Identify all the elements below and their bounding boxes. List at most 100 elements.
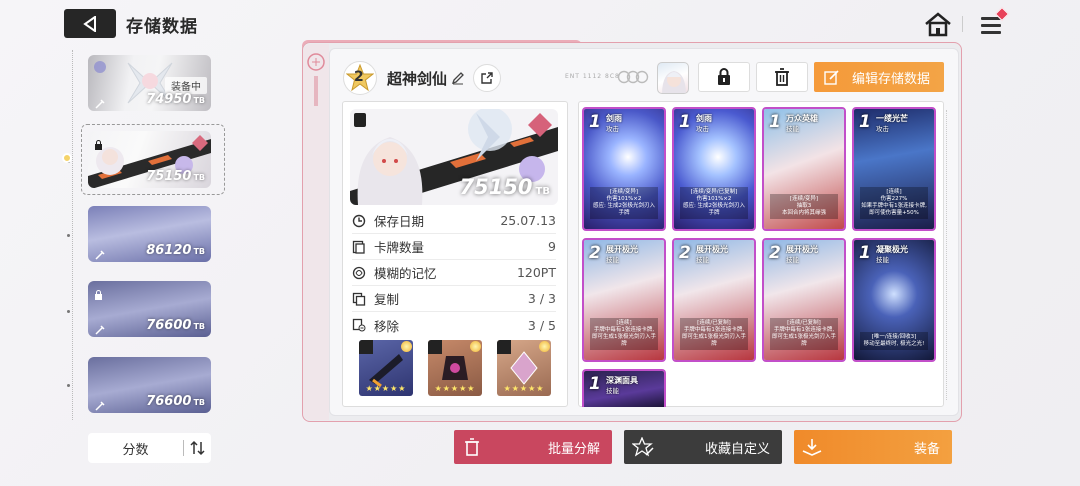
save-slot-selected[interactable]: 75150 TB [88, 131, 211, 188]
info-label: 保存日期 [374, 214, 425, 229]
timeline-dot [67, 384, 70, 387]
batch-disassemble-label: 批量分解 [547, 441, 600, 457]
card-type: 技能 [606, 256, 619, 264]
favorite-custom-label: 收藏自定义 [704, 441, 770, 457]
equip-label: 装备 [913, 441, 940, 457]
sword-tag-icon [359, 340, 373, 354]
timeline-line [72, 50, 73, 420]
card-desc: [连续/变异] 伤害101%×2 感应: 生成2张极光剑刃入手牌 [590, 187, 658, 219]
save-slot[interactable]: 86120 TB [88, 206, 211, 262]
relic-stars: ★★★★★ [503, 384, 545, 393]
copy-icon [352, 292, 366, 306]
delete-button[interactable] [756, 62, 808, 92]
star-dot-icon [401, 341, 412, 352]
card[interactable]: 1 一缕光芒 攻击 [连续] 伤害227% 如果手牌中有1张连接卡牌, 即可使伤… [852, 107, 936, 231]
info-row-remove: 移除 3 / 5 [352, 312, 556, 338]
card[interactable]: 1 深渊面具 技能 [582, 369, 666, 407]
sort-label: 分数 [122, 442, 149, 458]
rings-decoration-icon [616, 69, 650, 88]
card-cost: 1 [589, 112, 601, 132]
lock-button[interactable] [698, 62, 750, 92]
value-text: 76600 [146, 318, 192, 333]
brain-icon [307, 53, 325, 106]
share-button[interactable] [473, 64, 501, 92]
home-button[interactable] [924, 11, 952, 37]
cards-icon [352, 240, 365, 254]
memory-icon [352, 266, 366, 279]
save-slot-value: 74950 TB [146, 92, 205, 107]
lock-icon [94, 285, 103, 300]
sort-button[interactable]: 分数 [88, 433, 211, 463]
grade-text: 2 [354, 69, 364, 85]
unit-text: TB [193, 398, 205, 407]
star-dot-icon [470, 341, 481, 352]
card[interactable]: 2 展开极光 技能 [连续/已复制] 手牌中每有1张连接卡牌, 即可生成1张极光… [672, 238, 756, 362]
card-type: 攻击 [876, 125, 889, 133]
card[interactable]: 2 展开极光 技能 [连续] 手牌中每有1张连接卡牌, 即可生成1张极光剑刃入手… [582, 238, 666, 362]
page-title: 存储数据 [126, 17, 198, 37]
save-slot-equipped[interactable]: 装备中 74950 TB [88, 55, 211, 111]
unit-text: TB [193, 247, 205, 256]
card-desc: [唯一/连接/回收3] 移动至最终时, 极光之光! [860, 332, 928, 350]
card[interactable]: 1 剑雨 攻击 [连续/变异] 伤害101%×2 感应: 生成2张极光剑刃入手牌 [582, 107, 666, 231]
save-slot-value: 86120 TB [146, 243, 205, 258]
relic-slot-armor[interactable]: ★★★★★ [428, 340, 482, 396]
card-desc: [连续/已复制] 手牌中每有1张连接卡牌, 即可生成1张极光剑刃入手牌 [680, 318, 748, 350]
menu-button[interactable] [978, 6, 1012, 38]
relic-slot-weapon[interactable]: ★★★★★ [359, 340, 413, 396]
card-type: 技能 [786, 256, 799, 264]
card-type: 技能 [696, 256, 709, 264]
back-button[interactable] [64, 9, 116, 38]
deck-type-icon [94, 95, 106, 109]
card[interactable]: 1 万众英雄 技能 [连续/变异] 抽取3 本回合内将其缘强 [762, 107, 846, 231]
card-cost: 2 [679, 243, 691, 263]
lock-icon [94, 135, 103, 150]
trash-icon [465, 438, 479, 456]
card[interactable]: 1 剑雨 攻击 [连续/变异/已复制] 伤害101%×2 感应: 生成2张极光剑… [672, 107, 756, 231]
deck-type-icon [94, 321, 106, 335]
info-row-fuzzy-memory: 模糊的记忆 120PT [352, 260, 556, 286]
save-slot[interactable]: 76600 TB [88, 281, 211, 337]
card[interactable]: 2 展开极光 技能 [连续/已复制] 手牌中每有1张连接卡牌, 即可生成1张极光… [762, 238, 846, 362]
unit-text: TB [535, 186, 550, 197]
remove-icon [352, 318, 366, 332]
card-cost: 1 [859, 243, 871, 263]
clock-icon [352, 214, 366, 227]
menu-line [981, 31, 1001, 34]
avatar[interactable] [657, 62, 689, 94]
card-type: 攻击 [606, 125, 619, 133]
info-row-copy: 复制 3 / 3 [352, 286, 556, 312]
batch-disassemble-button[interactable]: 批量分解 [454, 430, 612, 464]
shirt-tag-icon [428, 340, 442, 354]
edit-save-button[interactable]: 编辑存储数据 [814, 62, 944, 92]
value-text: 74950 [146, 92, 192, 107]
card-desc: [连续] 手牌中每有1张连接卡牌, 即可生成1张极光剑刃入手牌 [590, 318, 658, 350]
rename-pencil-icon[interactable] [451, 70, 465, 85]
unit-text: TB [193, 173, 205, 182]
sort-order-icon[interactable] [186, 440, 210, 456]
deck-type-icon [94, 397, 106, 411]
lock-icon [718, 68, 730, 85]
top-separator [962, 16, 963, 32]
value-text: 75150 [459, 175, 533, 199]
ring-tag-icon [497, 340, 511, 354]
unit-text: TB [193, 96, 205, 105]
star-edit-icon [632, 437, 654, 457]
save-slot-value: 75150 TB [146, 169, 205, 184]
relic-slot-ring[interactable]: ★★★★★ [497, 340, 551, 396]
card-cost: 2 [769, 243, 781, 263]
info-label: 复制 [374, 292, 400, 307]
save-slot[interactable]: 76600 TB [88, 357, 211, 413]
card-scrollbar[interactable] [946, 110, 950, 400]
character-portrait [662, 71, 686, 93]
preview-value: 75150 TB [459, 175, 550, 199]
info-label: 卡牌数量 [374, 240, 425, 255]
menu-line [981, 24, 1001, 27]
card[interactable]: 1 凝聚极光 技能 [唯一/连接/回收3] 移动至最终时, 极光之光! [852, 238, 936, 362]
equip-button[interactable]: 装备 [794, 430, 952, 464]
card-type: 技能 [876, 256, 889, 264]
value-text: 86120 [146, 243, 192, 258]
card-cost: 2 [589, 243, 601, 263]
info-row-save-date: 保存日期 25.07.13 [352, 208, 556, 234]
favorite-custom-button[interactable]: 收藏自定义 [624, 430, 782, 464]
